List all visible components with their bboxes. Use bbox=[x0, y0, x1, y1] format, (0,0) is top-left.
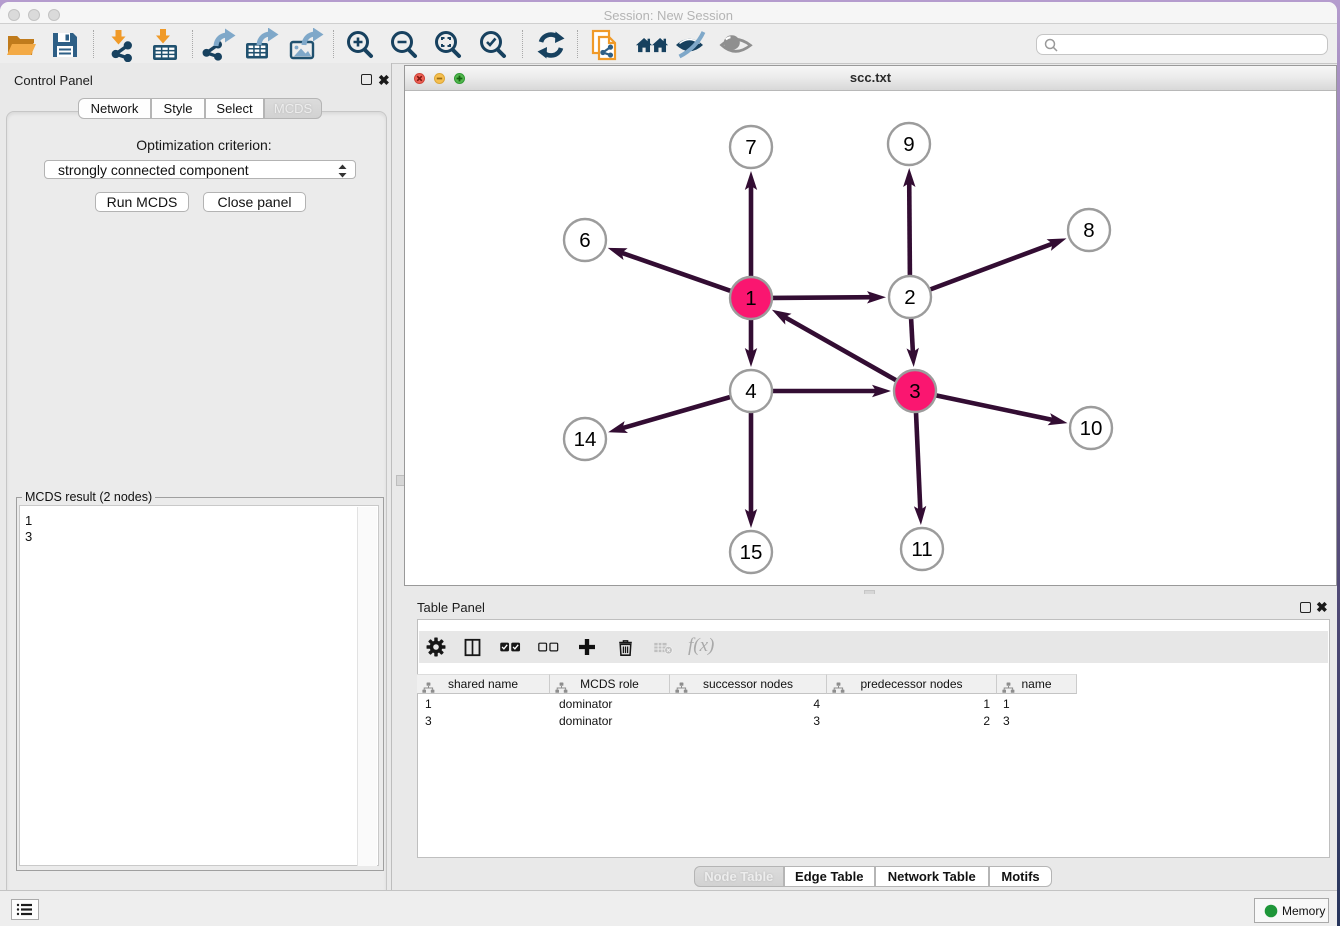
svg-text:8: 8 bbox=[1083, 219, 1094, 242]
svg-text:2: 2 bbox=[904, 286, 915, 309]
svg-text:4: 4 bbox=[745, 380, 756, 403]
svg-text:1: 1 bbox=[745, 287, 756, 310]
svg-text:10: 10 bbox=[1080, 417, 1103, 440]
svg-text:11: 11 bbox=[911, 538, 932, 561]
svg-text:3: 3 bbox=[909, 380, 920, 403]
svg-text:14: 14 bbox=[574, 428, 597, 451]
svg-text:9: 9 bbox=[903, 133, 914, 156]
svg-text:15: 15 bbox=[740, 541, 763, 564]
svg-text:6: 6 bbox=[579, 229, 590, 252]
svg-text:7: 7 bbox=[745, 136, 756, 159]
